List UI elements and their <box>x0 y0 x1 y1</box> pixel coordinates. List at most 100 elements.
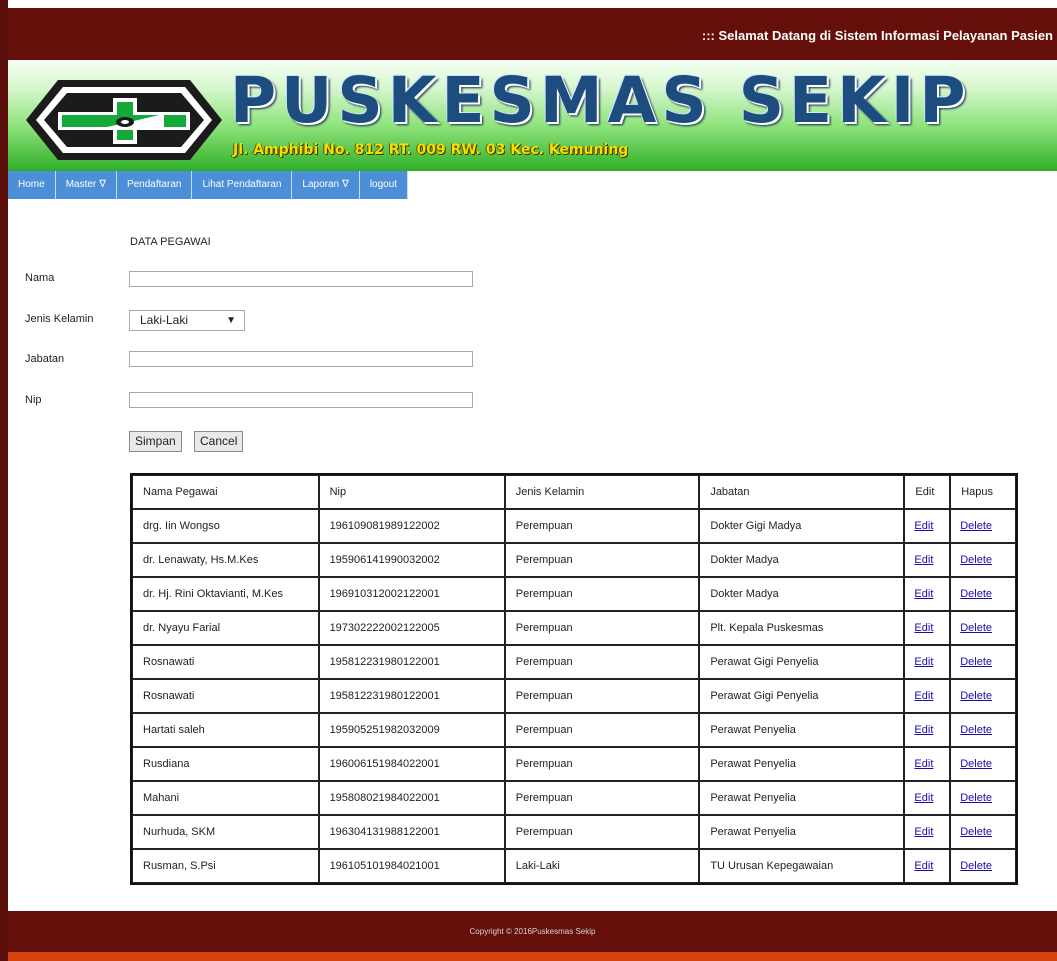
delete-cell: Delete <box>950 577 1016 611</box>
position-cell: TU Urusan Kepegawaian <box>699 849 905 883</box>
position-cell: Perawat Penyelia <box>699 815 905 849</box>
delete-cell: Delete <box>950 747 1016 781</box>
gender-cell: Perempuan <box>504 781 700 815</box>
jabatan-label: Jabatan <box>25 353 65 365</box>
table-row: dr. Hj. Rini Oktavianti, M.Kes 1969103120… <box>132 577 1016 611</box>
edit-link[interactable]: Edit <box>914 520 933 532</box>
edit-link[interactable]: Edit <box>914 724 933 736</box>
gender-cell: Perempuan <box>504 543 700 577</box>
gender-cell: Perempuan <box>504 747 700 781</box>
table-row: dr. Nyayu Farial 197302222002122005 Peremp… <box>132 611 1016 645</box>
delete-link[interactable]: Delete <box>960 622 992 634</box>
edit-cell: Edit <box>904 645 951 679</box>
delete-cell: Delete <box>950 611 1016 645</box>
edit-cell: Edit <box>904 679 951 713</box>
footer: Copyright © 2016Puskesmas Sekip <box>8 911 1057 952</box>
gender-cell: Perempuan <box>504 645 700 679</box>
nav-item-master[interactable]: Master ∇ <box>55 171 117 199</box>
position-cell: Perawat Gigi Penyelia <box>699 645 905 679</box>
nip-cell: 196109081989122002 <box>318 509 505 543</box>
edit-cell: Edit <box>904 781 951 815</box>
nav-item-lihat-pendaftaran[interactable]: Lihat Pendaftaran <box>192 171 293 199</box>
nip-cell: 195808021984022001 <box>318 781 505 815</box>
column-header: Edit <box>904 475 951 509</box>
nip-cell: 196006151984022001 <box>318 747 505 781</box>
delete-link[interactable]: Delete <box>960 656 992 668</box>
employee-name-cell: Hartati saleh <box>132 713 319 747</box>
delete-link[interactable]: Delete <box>960 860 992 872</box>
edit-link[interactable]: Edit <box>914 792 933 804</box>
position-cell: Perawat Penyelia <box>699 747 905 781</box>
nama-input[interactable] <box>129 271 473 287</box>
gender-cell: Laki-Laki <box>504 849 700 883</box>
nav-label: Laporan <box>302 179 340 190</box>
site-banner: PUSKESMAS SEKIP Jl. Amphibi No. 812 RT. … <box>8 60 1057 171</box>
edit-cell: Edit <box>904 713 951 747</box>
nav-item-laporan[interactable]: Laporan ∇ <box>292 171 360 199</box>
edit-link[interactable]: Edit <box>914 826 933 838</box>
nip-cell: 196105101984021001 <box>318 849 505 883</box>
jenis-kelamin-label: Jenis Kelamin <box>25 313 94 325</box>
welcome-marquee: ::: Selamat Datang di Sistem Informasi P… <box>701 28 1053 43</box>
column-header: Jenis Kelamin <box>504 475 700 509</box>
jabatan-input[interactable] <box>129 351 473 367</box>
edit-link[interactable]: Edit <box>914 758 933 770</box>
nav-item-pendaftaran[interactable]: Pendaftaran <box>116 171 193 199</box>
employee-name-cell: dr. Hj. Rini Oktavianti, M.Kes <box>132 577 319 611</box>
delete-link[interactable]: Delete <box>960 690 992 702</box>
nama-label: Nama <box>25 272 55 284</box>
site-address: Jl. Amphibi No. 812 RT. 009 RW. 03 Kec. … <box>233 142 629 158</box>
jenis-kelamin-select[interactable]: Laki-Laki ▼ <box>129 310 245 331</box>
dropdown-caret-icon: ▼ <box>226 315 236 326</box>
employee-name-cell: Nurhuda, SKM <box>132 815 319 849</box>
edit-link[interactable]: Edit <box>914 656 933 668</box>
table-row: Mahani 195808021984022001 Perempuan Perawat… <box>132 781 1016 815</box>
delete-link[interactable]: Delete <box>960 588 992 600</box>
employee-name-cell: Rosnawati <box>132 679 319 713</box>
cancel-button[interactable]: Cancel <box>194 431 244 452</box>
nav-label: logout <box>369 179 398 190</box>
delete-cell: Delete <box>950 543 1016 577</box>
nip-input[interactable] <box>129 392 473 408</box>
delete-link[interactable]: Delete <box>960 554 992 566</box>
edit-cell: Edit <box>904 543 951 577</box>
employee-name-cell: Rusdiana <box>132 747 319 781</box>
edit-link[interactable]: Edit <box>914 860 933 872</box>
nav-item-logout[interactable]: logout <box>359 171 409 199</box>
page-left-border <box>0 0 8 961</box>
position-cell: Perawat Penyelia <box>699 713 905 747</box>
top-header-bar: ::: Selamat Datang di Sistem Informasi P… <box>8 8 1057 60</box>
column-header: Jabatan <box>699 475 905 509</box>
delete-link[interactable]: Delete <box>960 758 992 770</box>
table-header-row: Nama Pegawai Nip Jenis Kelamin Jabatan E… <box>132 475 1016 509</box>
nip-cell: 195906141990032002 <box>318 543 505 577</box>
employee-name-cell: dr. Lenawaty, Hs.M.Kes <box>132 543 319 577</box>
table-row: Rosnawati 195812231980122001 Perempuan Pera… <box>132 645 1016 679</box>
edit-cell: Edit <box>904 509 951 543</box>
nip-label: Nip <box>25 394 42 406</box>
employee-name-cell: Rosnawati <box>132 645 319 679</box>
delete-cell: Delete <box>950 713 1016 747</box>
edit-link[interactable]: Edit <box>914 690 933 702</box>
delete-link[interactable]: Delete <box>960 826 992 838</box>
column-header: Nama Pegawai <box>132 475 319 509</box>
delete-link[interactable]: Delete <box>960 724 992 736</box>
nav-label: Pendaftaran <box>126 179 182 190</box>
edit-link[interactable]: Edit <box>914 588 933 600</box>
bottom-accent-strip <box>8 952 1057 961</box>
edit-link[interactable]: Edit <box>914 554 933 566</box>
column-header: Nip <box>318 475 505 509</box>
employee-name-cell: Mahani <box>132 781 319 815</box>
save-button[interactable]: Simpan <box>129 431 182 452</box>
main-navigation: Home Master ∇ Pendaftaran Lihat Pendaftar… <box>8 171 409 199</box>
nav-label: Home <box>18 179 45 190</box>
employee-name-cell: drg. Iin Wongso <box>132 509 319 543</box>
delete-link[interactable]: Delete <box>960 792 992 804</box>
delete-link[interactable]: Delete <box>960 520 992 532</box>
position-cell: Dokter Madya <box>699 543 905 577</box>
edit-link[interactable]: Edit <box>914 622 933 634</box>
table-row: drg. Iin Wongso 196109081989122002 Perempu… <box>132 509 1016 543</box>
nav-item-home[interactable]: Home <box>8 171 56 199</box>
delete-cell: Delete <box>950 815 1016 849</box>
dropdown-arrow-icon: ∇ <box>99 179 106 190</box>
